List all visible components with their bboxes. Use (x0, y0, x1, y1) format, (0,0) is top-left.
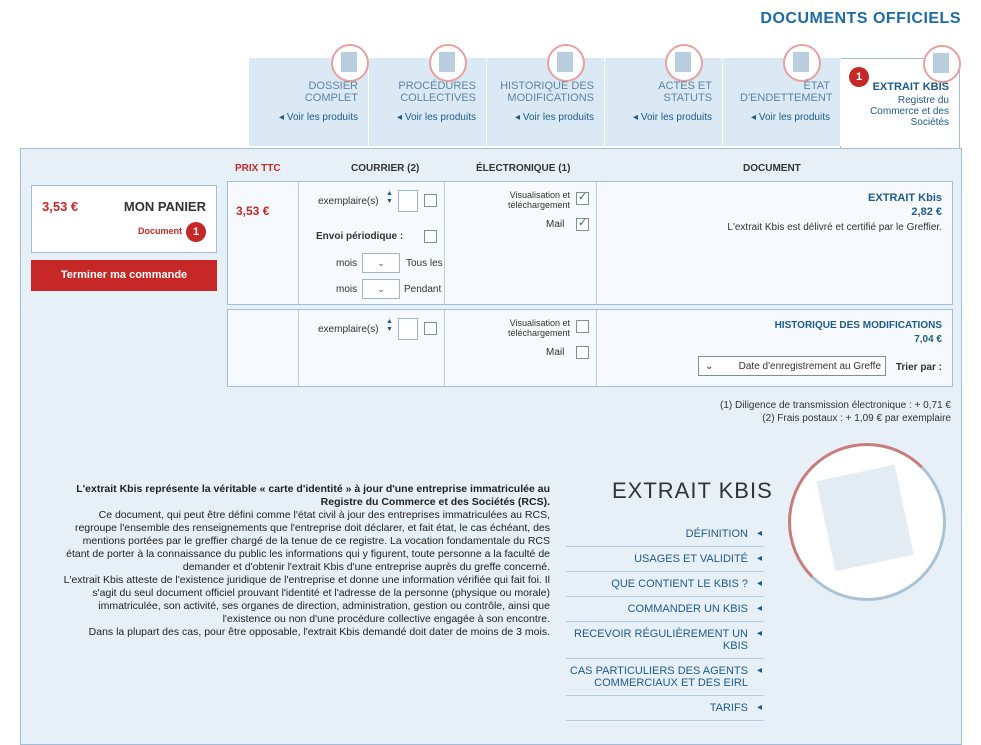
frequence-select[interactable]: ⌄ (362, 253, 400, 273)
historique-icon (547, 44, 585, 82)
product-name: EXTRAIT Kbis (868, 192, 942, 204)
product-price: 7,04 € (914, 334, 942, 345)
basket-title: MON PANIER (123, 199, 206, 214)
paragraph: L'extrait Kbis atteste de l'existence ju… (63, 574, 550, 625)
chevron-down-icon: ⌄ (705, 361, 714, 372)
divider (596, 182, 597, 304)
divider (444, 182, 445, 304)
mois-label: mois (336, 284, 358, 295)
product-description: L'extrait Kbis est délivré et certifié p… (727, 222, 942, 233)
exemplaires-label: exemplaire(s) (318, 196, 379, 207)
menu-item-cas-particuliers[interactable]: CAS PARTICULIERS DES AGENTS COMMERCIAUX … (566, 659, 764, 696)
tab-extrait-kbis[interactable]: 1 EXTRAIT KBIS Registre du Commerce et d… (840, 45, 961, 149)
paragraph: Dans la plupart des cas, pour être oppos… (88, 626, 550, 638)
mail-label: Mail (546, 347, 565, 358)
tous-les-label: Tous les (406, 258, 443, 269)
product-row-historique: ▲ ▼ exemplaire(s) Visualisation et téléch… (227, 309, 953, 387)
endettement-icon (783, 44, 821, 82)
mail-label: Mail (546, 219, 565, 230)
tab-label: DOSSIER COMPLET (304, 80, 358, 104)
tab-label: ÉTAT D'ENDETTEMENT (740, 80, 833, 104)
kbis-illustration (788, 443, 946, 601)
checkout-button[interactable]: Terminer ma commande (31, 260, 217, 291)
kbis-description: L'extrait Kbis représente la véritable «… (62, 483, 550, 639)
tab-dossier-complet[interactable]: DOSSIER COMPLET Voir les produits (249, 44, 369, 146)
quantity-input[interactable] (398, 318, 418, 340)
voir-produits-link[interactable]: Voir les produits (515, 112, 594, 123)
mail-checkbox[interactable] (576, 346, 589, 359)
basket-count-label: Document (137, 226, 182, 236)
trier-label: Trier par : (895, 362, 942, 373)
trier-select[interactable]: Date d'enregistrement au Greffe ⌄ (698, 356, 886, 376)
kbis-document-icon (816, 464, 914, 572)
envoi-periodique-label: Envoi périodique : (316, 231, 404, 242)
basket: MON PANIER 3,53 € 1 Document (31, 185, 217, 253)
voir-produits-link[interactable]: Voir les produits (751, 112, 830, 123)
divider (298, 310, 299, 386)
col-header-electronique: ÉLECTRONIQUE (1) (476, 163, 571, 174)
visualisation-label: Visualisation et téléchargement (507, 318, 570, 338)
price-notes: (1) Diligence de transmission électroniq… (720, 399, 951, 425)
visualisation-label: Visualisation et téléchargement (507, 190, 570, 210)
basket-total: 3,53 € (42, 199, 79, 214)
visualisation-checkbox[interactable] (576, 320, 589, 333)
tab-actes-statuts[interactable]: ACTES ET STATUTS Voir les produits (605, 44, 723, 146)
tab-count-badge: 1 (849, 67, 869, 87)
col-header-document: DOCUMENT (743, 163, 801, 174)
note-electronique: (1) Diligence de transmission électroniq… (720, 400, 951, 411)
divider (298, 182, 299, 304)
tab-label: PROCÉDURES COLLECTIVES (398, 80, 476, 104)
courrier-checkbox[interactable] (424, 194, 437, 207)
tab-historique[interactable]: HISTORIQUE DES MODIFICATIONS Voir les pr… (487, 44, 605, 146)
note-courrier: (2) Frais postaux : + 1,09 € par exempla… (762, 413, 951, 424)
basket-count-badge: 1 (186, 222, 206, 242)
procedures-icon (429, 44, 467, 82)
menu-item-contenu[interactable]: QUE CONTIENT LE KBIS ? (566, 572, 764, 597)
quantity-stepper[interactable]: ▲ ▼ (386, 190, 394, 206)
voir-produits-link[interactable]: Voir les produits (633, 112, 712, 123)
menu-item-tarifs[interactable]: TARIFS (566, 696, 764, 721)
trier-value: Date d'enregistrement au Greffe (738, 361, 881, 372)
page-title: DOCUMENTS OFFICIELS (760, 10, 961, 27)
quantity-input[interactable] (398, 190, 418, 212)
mois-label: mois (336, 258, 358, 269)
kbis-doc-icon (923, 45, 961, 83)
tab-sublabel: Registre du Commerce et des Sociétés (870, 95, 949, 128)
product-name: HISTORIQUE DES MODIFICATIONS (774, 320, 942, 331)
tab-procedures[interactable]: PROCÉDURES COLLECTIVES Voir les produits (369, 44, 487, 146)
col-header-prix: PRIX TTC (235, 163, 281, 174)
product-row-kbis: 3,53 € ▲ ▼ exemplaire(s) Envoi périodique… (227, 181, 953, 305)
courrier-checkbox[interactable] (424, 322, 437, 335)
visualisation-checkbox[interactable] (576, 190, 589, 205)
duree-select[interactable]: ⌄ (362, 279, 400, 299)
menu-item-usages[interactable]: USAGES ET VALIDITÉ (566, 547, 764, 572)
mail-checkbox[interactable] (576, 216, 589, 231)
quantity-stepper[interactable]: ▲ ▼ (386, 318, 394, 334)
row-total-price: 3,53 € (236, 204, 270, 218)
dossier-icon (331, 44, 369, 82)
kbis-menu: DÉFINITION USAGES ET VALIDITÉ QUE CONTIE… (566, 522, 764, 721)
product-tabs: 1 EXTRAIT KBIS Registre du Commerce et d… (249, 44, 961, 149)
paragraph: L'extrait Kbis représente la véritable «… (76, 483, 550, 508)
tab-label: HISTORIQUE DES MODIFICATIONS (500, 80, 594, 104)
divider (444, 310, 445, 386)
tab-label: EXTRAIT KBIS (872, 81, 949, 93)
kbis-section-title: EXTRAIT KBIS (612, 478, 773, 503)
col-header-courrier: COURRIER (2) (351, 163, 420, 174)
tab-label: ACTES ET STATUTS (658, 80, 712, 104)
menu-item-commander[interactable]: COMMANDER UN KBIS (566, 597, 764, 622)
pendant-label: Pendant (404, 284, 442, 295)
envoi-periodique-checkbox[interactable] (424, 230, 437, 243)
divider (596, 310, 597, 386)
tab-etat-endettement[interactable]: ÉTAT D'ENDETTEMENT Voir les produits (723, 44, 841, 146)
actes-icon (665, 44, 703, 82)
menu-item-definition[interactable]: DÉFINITION (566, 522, 764, 547)
exemplaires-label: exemplaire(s) (318, 324, 379, 335)
paragraph: Ce document, qui peut être défini comme … (66, 509, 550, 573)
menu-item-recevoir[interactable]: RECEVOIR RÉGULIÈREMENT UN KBIS (566, 622, 764, 659)
voir-produits-link[interactable]: Voir les produits (397, 112, 476, 123)
voir-produits-link[interactable]: Voir les produits (279, 112, 358, 123)
product-price: 2,82 € (911, 206, 942, 218)
order-panel: PRIX TTC COURRIER (2) ÉLECTRONIQUE (1) D… (20, 148, 962, 745)
